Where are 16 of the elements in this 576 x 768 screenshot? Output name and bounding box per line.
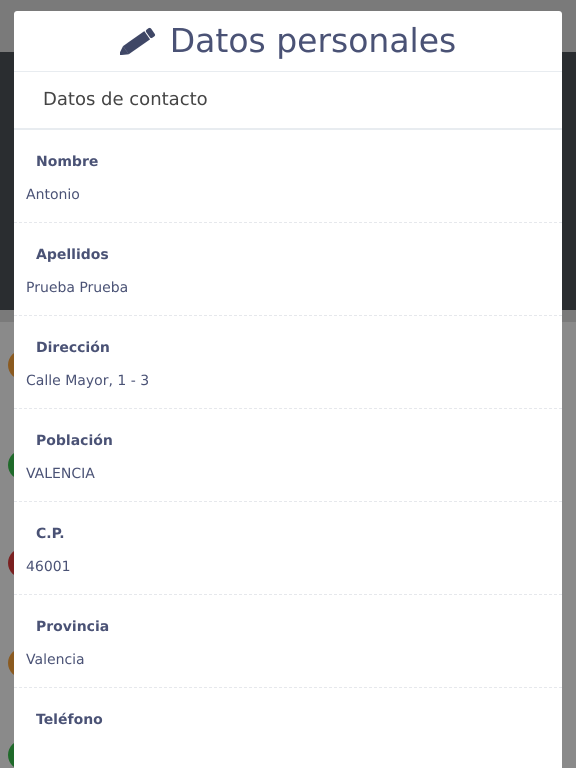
field-label: Dirección (36, 339, 110, 358)
field-label: Teléfono (36, 711, 103, 730)
field-label: Apellidos (36, 246, 109, 265)
field-value: Prueba Prueba (26, 279, 128, 298)
pencil-icon (120, 26, 158, 55)
dialog-title: Datos personales (170, 24, 456, 58)
field-label: C.P. (36, 525, 65, 544)
field-label: Nombre (36, 153, 98, 172)
field-value: Antonio (26, 186, 80, 205)
field-value: Valencia (26, 651, 85, 670)
field-label: Provincia (36, 618, 110, 637)
field-value: VALENCIA (26, 465, 95, 484)
field-value: Calle Mayor, 1 - 3 (26, 372, 150, 391)
field-label: Población (36, 432, 113, 451)
field-value: 46001 (26, 558, 71, 577)
section-title: Datos de contacto (43, 88, 208, 112)
